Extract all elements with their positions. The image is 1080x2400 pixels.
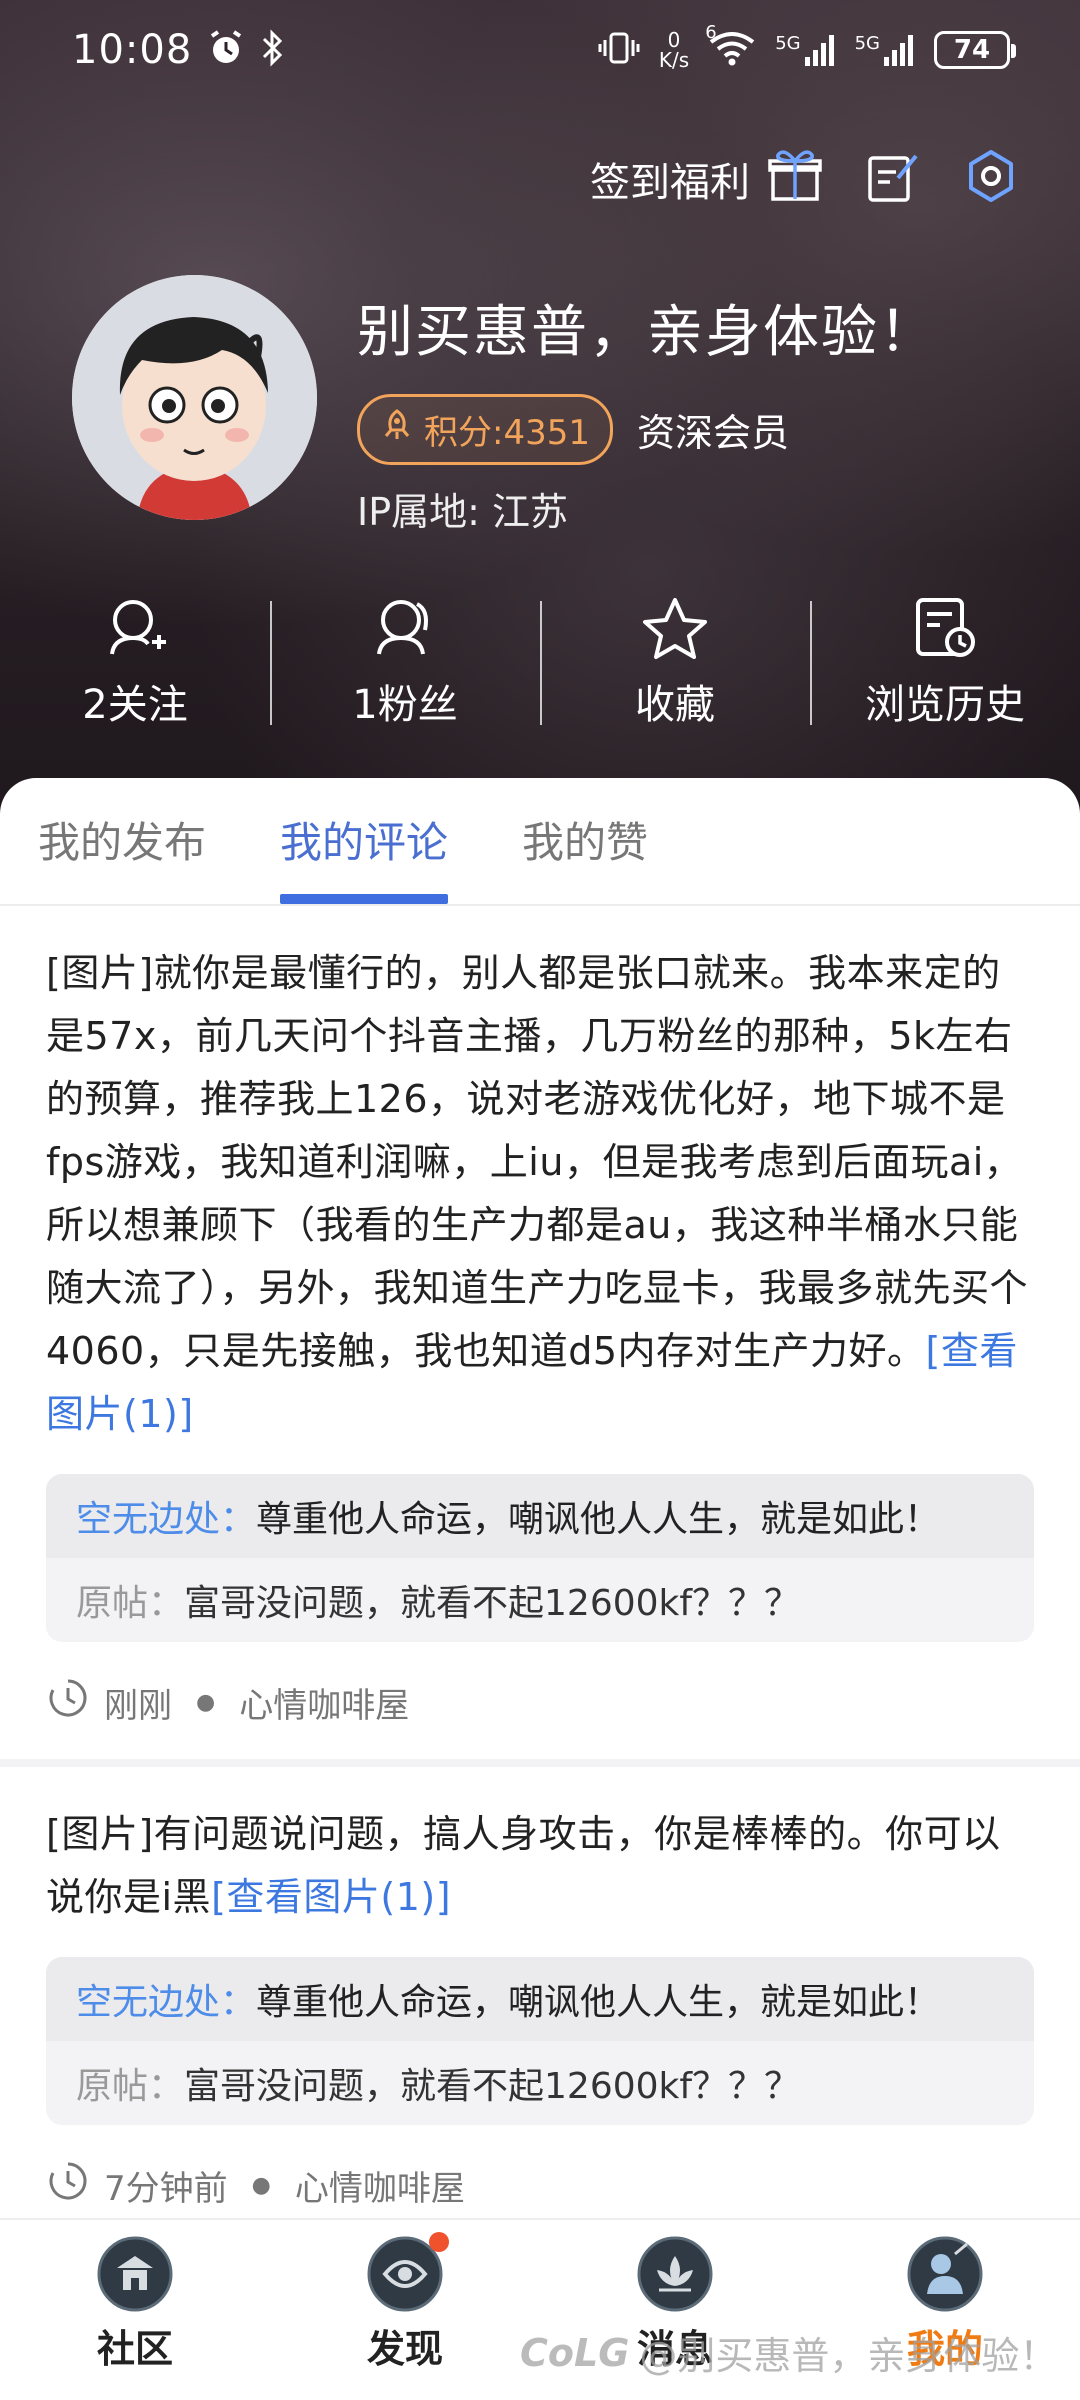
rocket-icon: [380, 408, 414, 451]
original-text: 富哥没问题，就看不起12600kf？？？: [184, 2066, 801, 2107]
fans-icon: [365, 596, 445, 664]
original-text: 富哥没问题，就看不起12600kf？？？: [184, 1583, 801, 1624]
comment-item[interactable]: [图片]就你是最懂行的，别人都是张口就来。我本来定的是57x，前几天问个抖音主播…: [0, 906, 1080, 1767]
comment-body: [图片]就你是最懂行的，别人都是张口就来。我本来定的是57x，前几天问个抖音主播…: [46, 951, 1029, 1373]
reply-text: 尊重他人命运，嘲讽他人人生，就是如此！: [256, 1982, 941, 2023]
bluetooth-icon: [260, 28, 286, 72]
lotus-icon: [635, 2234, 715, 2314]
content-tabs: 我的发布 我的评论 我的赞: [0, 778, 1080, 906]
points-badge[interactable]: 积分:4351: [357, 394, 613, 465]
clock-icon: [46, 2159, 90, 2212]
settings-gear-icon[interactable]: [962, 148, 1020, 210]
comment-meta: 刚刚 ● 心情咖啡屋: [46, 1676, 1034, 1729]
nav-community[interactable]: 社区: [0, 2220, 270, 2400]
comment-meta: 7分钟前 ● 心情咖啡屋: [46, 2159, 1034, 2212]
comment-body: [图片]有问题说问题，搞人身攻击，你是棒棒的。你可以说你是i黑: [46, 1812, 1001, 1919]
battery-indicator: 74: [934, 31, 1016, 69]
quote-reply: 空无边处：尊重他人命运，嘲讽他人人生，就是如此！: [46, 1474, 1034, 1558]
history-icon: [910, 596, 980, 664]
quote-box[interactable]: 空无边处：尊重他人命运，嘲讽他人人生，就是如此！ 原帖：富哥没问题，就看不起12…: [46, 1957, 1034, 2125]
checkin-rewards-button[interactable]: 签到福利: [590, 145, 824, 213]
discover-icon: [365, 2232, 449, 2314]
quote-original: 原帖：富哥没问题，就看不起12600kf？？？: [46, 1558, 1034, 1642]
quote-original: 原帖：富哥没问题，就看不起12600kf？？？: [46, 2041, 1034, 2125]
network-speed: 0 K/s: [658, 28, 690, 72]
alarm-icon: [206, 28, 246, 72]
vibrate-icon: [597, 28, 641, 72]
profile-summary: 别买惠普，亲身体验！ 积分:4351 资深会员 IP属地: 江苏: [72, 275, 937, 536]
comment-time: 7分钟前: [104, 2169, 228, 2209]
wifi-icon: 6: [705, 22, 757, 72]
tab-my-likes[interactable]: 我的赞: [522, 809, 648, 904]
signal-sim1-icon: 5G: [775, 33, 836, 67]
original-label: 原帖：: [76, 1583, 185, 1624]
comment-text: [图片]就你是最懂行的，别人都是张口就来。我本来定的是57x，前几天问个抖音主播…: [46, 942, 1034, 1446]
content-sheet: 我的发布 我的评论 我的赞 [图片]就你是最懂行的，别人都是张口就来。我本来定的…: [0, 778, 1080, 2218]
profile-nav-icon: [905, 2234, 985, 2314]
star-icon: [640, 596, 710, 664]
avatar[interactable]: [72, 275, 317, 520]
status-bar: 10:08 0 K/s 6 5G 5G 74: [0, 0, 1080, 100]
watermark: CoLG @别买惠普，亲身体验！: [520, 2325, 1057, 2380]
comment-text: [图片]有问题说问题，搞人身攻击，你是棒棒的。你可以说你是i黑[查看图片(1)]: [46, 1803, 1034, 1929]
comment-item[interactable]: [图片]有问题说问题，搞人身攻击，你是棒棒的。你可以说你是i黑[查看图片(1)]…: [0, 1767, 1080, 2218]
community-icon: [95, 2234, 175, 2314]
stat-follow[interactable]: 2关注: [0, 595, 270, 730]
reply-text: 尊重他人命运，嘲讽他人人生，就是如此！: [256, 1499, 941, 1540]
tab-my-comments[interactable]: 我的评论: [280, 809, 449, 904]
stat-fans[interactable]: 1粉丝: [270, 595, 540, 730]
username: 别买惠普，亲身体验！: [357, 300, 937, 365]
stat-history[interactable]: 浏览历史: [810, 595, 1080, 730]
nav-label: 发现: [366, 2327, 443, 2371]
signal-sim2-icon: 5G: [855, 33, 916, 67]
clock-icon: [46, 1676, 90, 1729]
quote-reply: 空无边处：尊重他人命运，嘲讽他人人生，就是如此！: [46, 1957, 1034, 2041]
meta-separator: ●: [251, 2173, 271, 2198]
status-time: 10:08: [72, 27, 193, 73]
stat-label: 浏览历史: [865, 681, 1025, 728]
member-level: 资深会员: [636, 411, 789, 455]
comment-forum[interactable]: 心情咖啡屋: [239, 1678, 409, 1727]
watermark-logo: CoLG: [520, 2330, 630, 2375]
ip-location: IP属地: 江苏: [357, 490, 569, 534]
stat-label: 1粉丝: [352, 681, 458, 728]
notification-dot: [429, 2232, 449, 2252]
stat-label: 收藏: [635, 681, 715, 728]
profile-stats: 2关注 1粉丝 收藏 浏览历史: [0, 595, 1080, 730]
stat-favorites[interactable]: 收藏: [540, 595, 810, 730]
quote-box[interactable]: 空无边处：尊重他人命运，嘲讽他人人生，就是如此！ 原帖：富哥没问题，就看不起12…: [46, 1474, 1034, 1642]
nav-label: 社区: [96, 2327, 173, 2371]
view-image-link[interactable]: [查看图片(1)]: [211, 1875, 451, 1919]
nav-discover[interactable]: 发现: [270, 2220, 540, 2400]
profile-info: 别买惠普，亲身体验！ 积分:4351 资深会员 IP属地: 江苏: [357, 275, 937, 536]
watermark-text: @别买惠普，亲身体验！: [639, 2334, 1058, 2378]
header-actions: 签到福利: [590, 145, 1020, 213]
points-value: 积分:4351: [424, 413, 590, 453]
points-row: 积分:4351 资深会员: [357, 394, 937, 465]
reply-user[interactable]: 空无边处：: [76, 1499, 256, 1540]
tab-my-posts[interactable]: 我的发布: [38, 809, 206, 904]
gift-icon: [766, 145, 824, 213]
edit-icon[interactable]: [864, 148, 922, 210]
comment-time: 刚刚: [104, 1686, 172, 1726]
stat-label: 2关注: [82, 681, 188, 728]
follow-icon: [100, 596, 170, 664]
checkin-label: 签到福利: [590, 160, 750, 206]
comment-forum[interactable]: 心情咖啡屋: [295, 2161, 465, 2210]
meta-separator: ●: [196, 1690, 216, 1715]
original-label: 原帖：: [76, 2066, 185, 2107]
reply-user[interactable]: 空无边处：: [76, 1982, 256, 2023]
